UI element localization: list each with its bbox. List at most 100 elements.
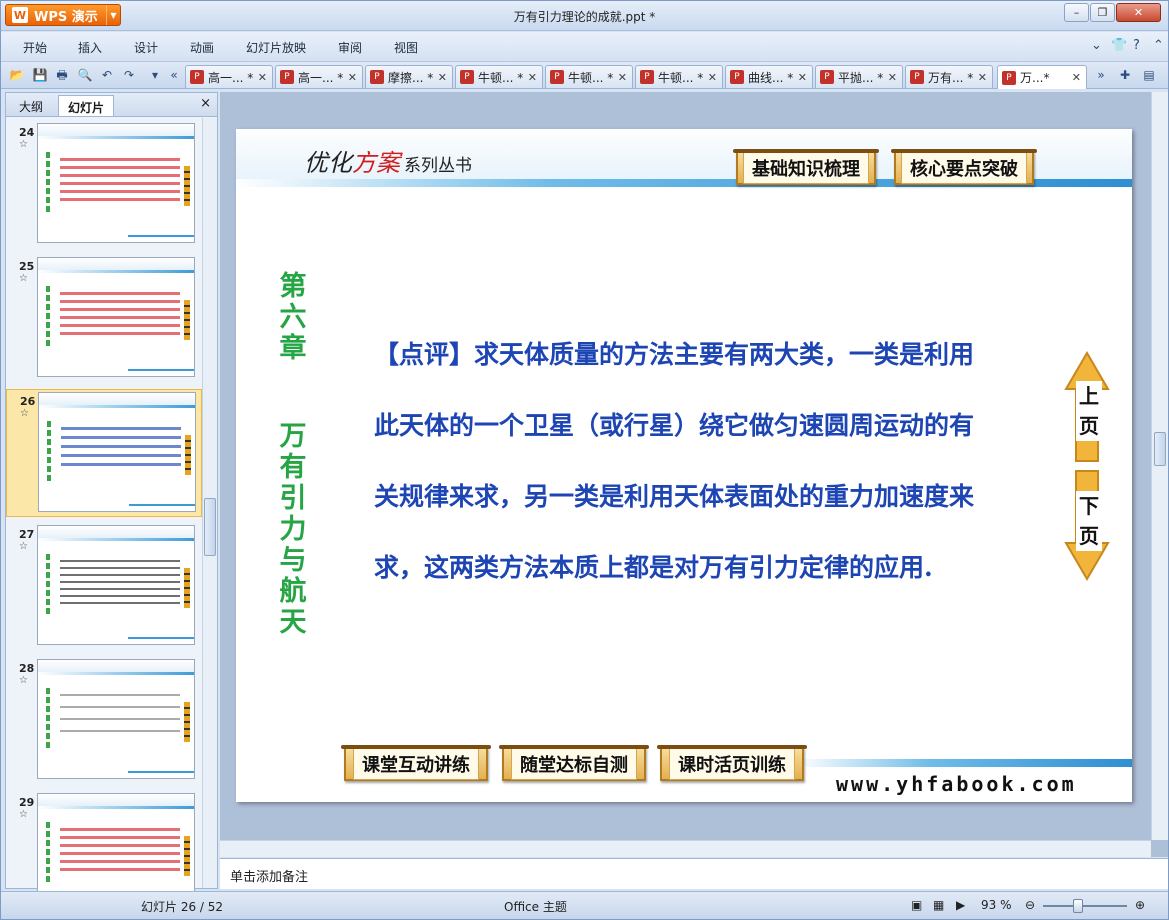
close-icon[interactable]: ✕ xyxy=(618,71,627,84)
thumbnail-image xyxy=(37,525,195,645)
zoom-level[interactable]: 93 % xyxy=(981,898,1012,912)
doc-tab[interactable]: P 牛顿... * ✕ xyxy=(455,65,543,88)
zoom-in-icon[interactable]: ⊕ xyxy=(1135,898,1145,912)
close-icon[interactable]: ✕ xyxy=(888,71,897,84)
slides-pane-scrollbar[interactable] xyxy=(202,118,217,888)
tab-outline[interactable]: 大纲 xyxy=(10,95,52,116)
ppt-file-icon: P xyxy=(190,70,204,84)
zoom-slider[interactable] xyxy=(1043,905,1127,907)
scrollbar-thumb[interactable] xyxy=(1154,432,1166,466)
chapter-title: 万 有 引 力 与 航 天 xyxy=(279,421,307,638)
ppt-file-icon: P xyxy=(460,70,474,84)
key-points-button[interactable]: 核心要点突破 xyxy=(891,149,1037,185)
doc-tab[interactable]: P 曲线... * ✕ xyxy=(725,65,813,88)
menu-animation[interactable]: 动画 xyxy=(190,39,214,56)
undo-icon[interactable]: ↶ xyxy=(99,67,115,83)
zoom-out-icon[interactable]: ⊖ xyxy=(1025,898,1035,912)
customize-toolbar-icon[interactable]: ▾ xyxy=(147,67,163,83)
tab-list-icon[interactable]: ▤ xyxy=(1141,67,1157,83)
menu-view[interactable]: 视图 xyxy=(394,39,418,56)
doc-tab[interactable]: P 摩擦... * ✕ xyxy=(365,65,453,88)
open-folder-icon[interactable]: 📂 xyxy=(9,67,25,83)
tabs-scroll-left-icon[interactable]: « xyxy=(166,67,182,83)
ppt-file-icon: P xyxy=(730,70,744,84)
new-tab-icon[interactable]: ✚ xyxy=(1117,67,1133,83)
close-icon[interactable]: ✕ xyxy=(438,71,447,84)
brand-logo: 优化方案 系列丛书 xyxy=(304,149,472,177)
theme-name: Office 主题 xyxy=(504,900,567,914)
slide-thumbnail[interactable]: 28 ☆ xyxy=(6,657,202,785)
ppt-file-icon: P xyxy=(910,70,924,84)
menu-bar: 开始 插入 设计 动画 幻灯片放映 审阅 视图 ⌄ 👕 ? ⌃ xyxy=(1,32,1168,60)
ppt-file-icon: P xyxy=(1002,70,1016,85)
normal-view-icon[interactable]: ▣ xyxy=(911,898,922,912)
slide-thumbnail[interactable]: 25 ☆ xyxy=(6,255,202,383)
slide-canvas[interactable]: 优化方案 系列丛书 基础知识梳理 核心要点突破 第 六 章 万 有 引 力 与 航… xyxy=(236,129,1132,802)
thumbnail-image xyxy=(37,659,195,779)
doc-tab[interactable]: P 高一... * ✕ xyxy=(185,65,273,88)
menu-start[interactable]: 开始 xyxy=(23,39,47,56)
doc-tab[interactable]: P 牛顿... * ✕ xyxy=(545,65,633,88)
editor-horizontal-scrollbar[interactable] xyxy=(220,840,1151,857)
slide-editor: 优化方案 系列丛书 基础知识梳理 核心要点突破 第 六 章 万 有 引 力 与 航… xyxy=(220,92,1168,857)
close-icon[interactable]: ✕ xyxy=(258,71,267,84)
redo-icon[interactable]: ↷ xyxy=(121,67,137,83)
menu-design[interactable]: 设计 xyxy=(134,39,158,56)
close-icon[interactable]: ✕ xyxy=(708,71,717,84)
close-icon[interactable]: ✕ xyxy=(1072,71,1081,84)
basic-knowledge-button[interactable]: 基础知识梳理 xyxy=(733,149,879,185)
close-icon[interactable]: ✕ xyxy=(798,71,807,84)
footer-rule xyxy=(796,759,1132,767)
slideshow-icon[interactable]: ▶ xyxy=(956,898,965,912)
ribbon-collapse-icon[interactable]: ⌄ xyxy=(1091,38,1102,53)
doc-tab[interactable]: P 牛顿... * ✕ xyxy=(635,65,723,88)
tab-slides[interactable]: 幻灯片 xyxy=(58,95,115,116)
menu-insert[interactable]: 插入 xyxy=(78,39,102,56)
close-pane-icon[interactable]: × xyxy=(200,96,211,111)
training-button[interactable]: 课时活页训练 xyxy=(657,745,807,781)
maximize-button[interactable]: ❐ xyxy=(1090,3,1115,22)
print-icon[interactable]: 🖶 xyxy=(54,67,70,83)
minimize-button[interactable]: – xyxy=(1064,3,1089,22)
help-icon[interactable]: ? xyxy=(1133,38,1140,53)
doc-tab[interactable]: P 平抛... * ✕ xyxy=(815,65,903,88)
slide-thumbnail[interactable]: 27 ☆ xyxy=(6,523,202,651)
ppt-file-icon: P xyxy=(370,70,384,84)
slide-counter: 幻灯片 26 / 52 xyxy=(141,900,224,914)
close-icon: ✕ xyxy=(1133,6,1144,19)
slide-body-text[interactable]: 【点评】求天体质量的方法主要有两大类，一类是利用此天体的一个卫星（或行星）绕它做… xyxy=(374,319,984,603)
close-icon[interactable]: ✕ xyxy=(528,71,537,84)
minimize-ribbon-icon[interactable]: ⌃ xyxy=(1153,38,1164,53)
notes-pane[interactable]: 单击添加备注 xyxy=(220,858,1168,889)
notes-placeholder: 单击添加备注 xyxy=(230,870,309,885)
slide-thumbnail-selected[interactable]: 26 ☆ xyxy=(6,389,202,517)
print-preview-icon[interactable]: 🔍 xyxy=(77,67,93,83)
doc-tab[interactable]: P 万有... * ✕ xyxy=(905,65,993,88)
restore-icon: ❐ xyxy=(1097,6,1108,19)
classroom-interaction-button[interactable]: 课堂互动讲练 xyxy=(341,745,491,781)
tabs-scroll-right-icon[interactable]: » xyxy=(1093,67,1109,83)
close-window-button[interactable]: ✕ xyxy=(1116,3,1161,22)
save-icon[interactable]: 💾 xyxy=(32,67,48,83)
ppt-file-icon: P xyxy=(820,70,834,84)
menu-review[interactable]: 审阅 xyxy=(338,39,362,56)
scrollbar-thumb[interactable] xyxy=(204,498,216,556)
close-icon[interactable]: ✕ xyxy=(348,71,357,84)
prev-page-label[interactable]: 上页 xyxy=(1076,381,1102,441)
editor-vertical-scrollbar[interactable] xyxy=(1151,92,1168,840)
menu-slideshow[interactable]: 幻灯片放映 xyxy=(246,39,306,56)
document-tab-bar: 📂 💾 🖶 🔍 ↶ ↷ ▾ « P 高一... * ✕ P 高一... * ✕ P 摩擦.… xyxy=(1,61,1168,89)
skin-icon[interactable]: 👕 xyxy=(1111,38,1127,53)
zoom-slider-thumb[interactable] xyxy=(1073,899,1083,913)
ppt-file-icon: P xyxy=(280,70,294,84)
slide-sorter-icon[interactable]: ▦ xyxy=(933,898,944,912)
chapter-label: 第 六 章 xyxy=(279,271,307,364)
doc-tab-active[interactable]: P 万...* ✕ xyxy=(997,65,1087,89)
star-icon: ☆ xyxy=(19,273,28,284)
next-page-label[interactable]: 下页 xyxy=(1076,491,1102,551)
doc-tab[interactable]: P 高一... * ✕ xyxy=(275,65,363,88)
star-icon: ☆ xyxy=(19,139,28,150)
close-icon[interactable]: ✕ xyxy=(978,71,987,84)
slide-thumbnail[interactable]: 24 ☆ xyxy=(6,121,202,249)
self-test-button[interactable]: 随堂达标自测 xyxy=(499,745,649,781)
